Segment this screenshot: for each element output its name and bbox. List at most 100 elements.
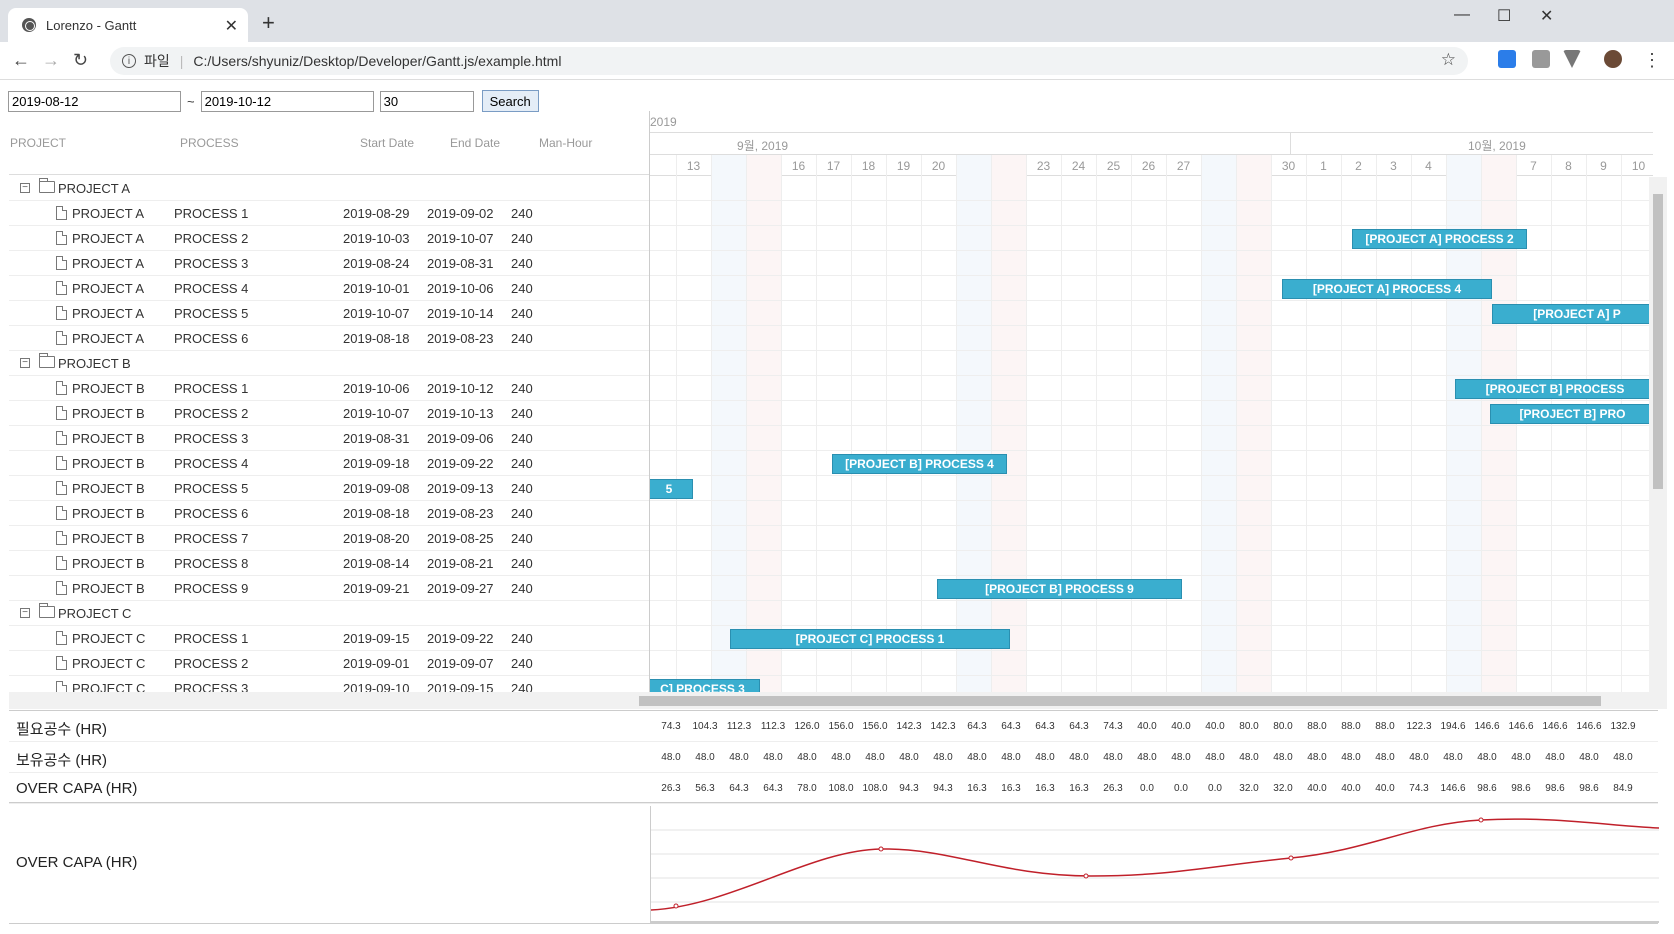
task-bar[interactable]: [PROJECT B] PROCESS 4: [832, 454, 1007, 474]
task-bar[interactable]: C] PROCESS 3: [650, 679, 760, 692]
task-start-date: 2019-09-21: [343, 581, 410, 596]
task-bar[interactable]: [PROJECT B] PRO: [1490, 404, 1653, 424]
task-row[interactable]: PROJECT A PROCESS 6 2019-08-18 2019-08-23 24…: [9, 326, 649, 351]
vertical-scrollbar[interactable]: [1649, 177, 1667, 692]
line-point: [1288, 855, 1294, 861]
task-start-date: 2019-10-06: [343, 381, 410, 396]
col-project-header[interactable]: PROJECT: [10, 136, 66, 150]
task-row[interactable]: PROJECT B PROCESS 2 2019-10-07 2019-10-13 24…: [9, 401, 649, 426]
line-point: [878, 846, 884, 852]
file-icon: [56, 206, 67, 220]
end-date-input[interactable]: [200, 90, 374, 112]
task-bar[interactable]: [PROJECT B] PROCESS 9: [937, 579, 1182, 599]
task-row[interactable]: PROJECT B PROCESS 4 2019-09-18 2019-09-22 24…: [9, 451, 649, 476]
file-icon: [56, 481, 67, 495]
group-name: PROJECT A: [58, 181, 131, 196]
task-bar[interactable]: [PROJECT C] PROCESS 1: [730, 629, 1010, 649]
task-row[interactable]: PROJECT A PROCESS 2 2019-10-03 2019-10-07 24…: [9, 226, 649, 251]
close-window-icon[interactable]: ✕: [1540, 6, 1553, 26]
task-bar[interactable]: [PROJECT B] PROCESS: [1455, 379, 1653, 399]
task-row[interactable]: PROJECT A PROCESS 5 2019-10-07 2019-10-14 24…: [9, 301, 649, 326]
over-capa-chart-label: OVER CAPA (HR): [16, 854, 138, 871]
task-end-date: 2019-10-12: [427, 381, 494, 396]
chart-row-line: [650, 201, 1653, 226]
group-row[interactable]: − PROJECT B: [9, 351, 649, 376]
task-row[interactable]: PROJECT B PROCESS 1 2019-10-06 2019-10-12 24…: [9, 376, 649, 401]
task-bar[interactable]: [PROJECT A] PROCESS 2: [1352, 229, 1527, 249]
task-manhour: 240: [511, 456, 533, 471]
month-divider: [1290, 133, 1291, 155]
url-text: C:/Users/shyuniz/Desktop/Developer/Gantt…: [193, 53, 562, 69]
search-button[interactable]: Search: [481, 90, 539, 112]
summary-value: 48.0: [899, 752, 919, 763]
start-date-input[interactable]: [8, 90, 181, 112]
col-process-header[interactable]: PROCESS: [180, 136, 239, 150]
task-row[interactable]: PROJECT B PROCESS 5 2019-09-08 2019-09-13 24…: [9, 476, 649, 501]
task-project: PROJECT A: [72, 331, 145, 346]
group-row[interactable]: − PROJECT A: [9, 176, 649, 201]
task-end-date: 2019-09-13: [427, 481, 494, 496]
month-label-sep: 9월, 2019: [737, 139, 789, 153]
collapse-toggle-icon[interactable]: −: [20, 358, 30, 368]
forward-icon[interactable]: →: [42, 50, 60, 71]
task-row[interactable]: PROJECT A PROCESS 4 2019-10-01 2019-10-06 24…: [9, 276, 649, 301]
menu-kebab-icon[interactable]: ⋮: [1643, 50, 1661, 71]
task-row[interactable]: PROJECT C PROCESS 3 2019-09-10 2019-09-15 24…: [9, 676, 649, 692]
maximize-icon[interactable]: ☐: [1497, 6, 1511, 26]
col-end-header[interactable]: End Date: [450, 136, 500, 150]
task-bar[interactable]: [PROJECT A] PROCESS 4: [1282, 279, 1492, 299]
task-start-date: 2019-10-07: [343, 406, 410, 421]
summary-value: 98.6: [1477, 783, 1497, 794]
task-bar[interactable]: [PROJECT A] P: [1492, 304, 1653, 324]
browser-tab[interactable]: Lorenzo - Gantt ✕: [8, 8, 248, 42]
extension-icon[interactable]: [1532, 50, 1550, 68]
browser-toolbar: ← → ↻ i 파일 | C:/Users/shyuniz/Desktop/De…: [0, 42, 1674, 80]
task-bar[interactable]: 5: [650, 479, 693, 499]
summary-value: 48.0: [967, 752, 987, 763]
minimize-icon[interactable]: —: [1454, 6, 1470, 24]
task-manhour: 240: [511, 206, 533, 221]
summary-value: 74.3: [1409, 783, 1429, 794]
col-manhour-header[interactable]: Man-Hour: [539, 136, 592, 150]
reload-icon[interactable]: ↻: [73, 50, 88, 71]
task-row[interactable]: PROJECT A PROCESS 3 2019-08-24 2019-08-31 24…: [9, 251, 649, 276]
url-scheme-label: 파일: [144, 53, 170, 69]
task-row[interactable]: PROJECT B PROCESS 7 2019-08-20 2019-08-25 24…: [9, 526, 649, 551]
summary-value: 88.0: [1341, 721, 1361, 732]
col-start-header[interactable]: Start Date: [360, 136, 414, 150]
bookmark-star-icon[interactable]: ☆: [1441, 50, 1456, 70]
group-row[interactable]: − PROJECT C: [9, 601, 649, 626]
collapse-toggle-icon[interactable]: −: [20, 183, 30, 193]
horizontal-scroll-thumb[interactable]: [639, 696, 1601, 706]
task-row[interactable]: PROJECT C PROCESS 2 2019-09-01 2019-09-07 24…: [9, 651, 649, 676]
task-process: PROCESS 7: [174, 531, 249, 546]
summary-value: 48.0: [1171, 752, 1191, 763]
folder-icon: [39, 178, 55, 193]
address-bar[interactable]: i 파일 | C:/Users/shyuniz/Desktop/Develope…: [110, 47, 1468, 75]
summary-value: 80.0: [1239, 721, 1259, 732]
back-icon[interactable]: ←: [12, 50, 30, 71]
new-tab-icon[interactable]: +: [262, 10, 275, 36]
task-row[interactable]: PROJECT C PROCESS 1 2019-09-15 2019-09-22 24…: [9, 626, 649, 651]
task-start-date: 2019-08-14: [343, 556, 410, 571]
info-icon[interactable]: i: [122, 54, 136, 68]
profile-avatar[interactable]: [1604, 50, 1622, 68]
task-row[interactable]: PROJECT B PROCESS 3 2019-08-31 2019-09-06 24…: [9, 426, 649, 451]
chart-row-line: [650, 526, 1653, 551]
days-input[interactable]: [379, 90, 474, 112]
file-icon: [56, 531, 67, 545]
task-row[interactable]: PROJECT B PROCESS 6 2019-08-18 2019-08-23 24…: [9, 501, 649, 526]
task-end-date: 2019-10-14: [427, 306, 494, 321]
vertical-scroll-thumb[interactable]: [1653, 194, 1663, 489]
summary-value: 48.0: [1069, 752, 1089, 763]
task-project: PROJECT B: [72, 581, 145, 596]
task-row[interactable]: PROJECT B PROCESS 8 2019-08-14 2019-08-21 24…: [9, 551, 649, 576]
download-extension-icon[interactable]: [1498, 50, 1516, 68]
vue-extension-icon[interactable]: [1563, 50, 1581, 68]
task-row[interactable]: PROJECT A PROCESS 1 2019-08-29 2019-09-02 24…: [9, 201, 649, 226]
close-tab-icon[interactable]: ✕: [225, 16, 238, 36]
tab-title: Lorenzo - Gantt: [46, 17, 137, 33]
task-row[interactable]: PROJECT B PROCESS 9 2019-09-21 2019-09-27 24…: [9, 576, 649, 601]
collapse-toggle-icon[interactable]: −: [20, 608, 30, 618]
horizontal-scrollbar[interactable]: [9, 692, 1667, 709]
